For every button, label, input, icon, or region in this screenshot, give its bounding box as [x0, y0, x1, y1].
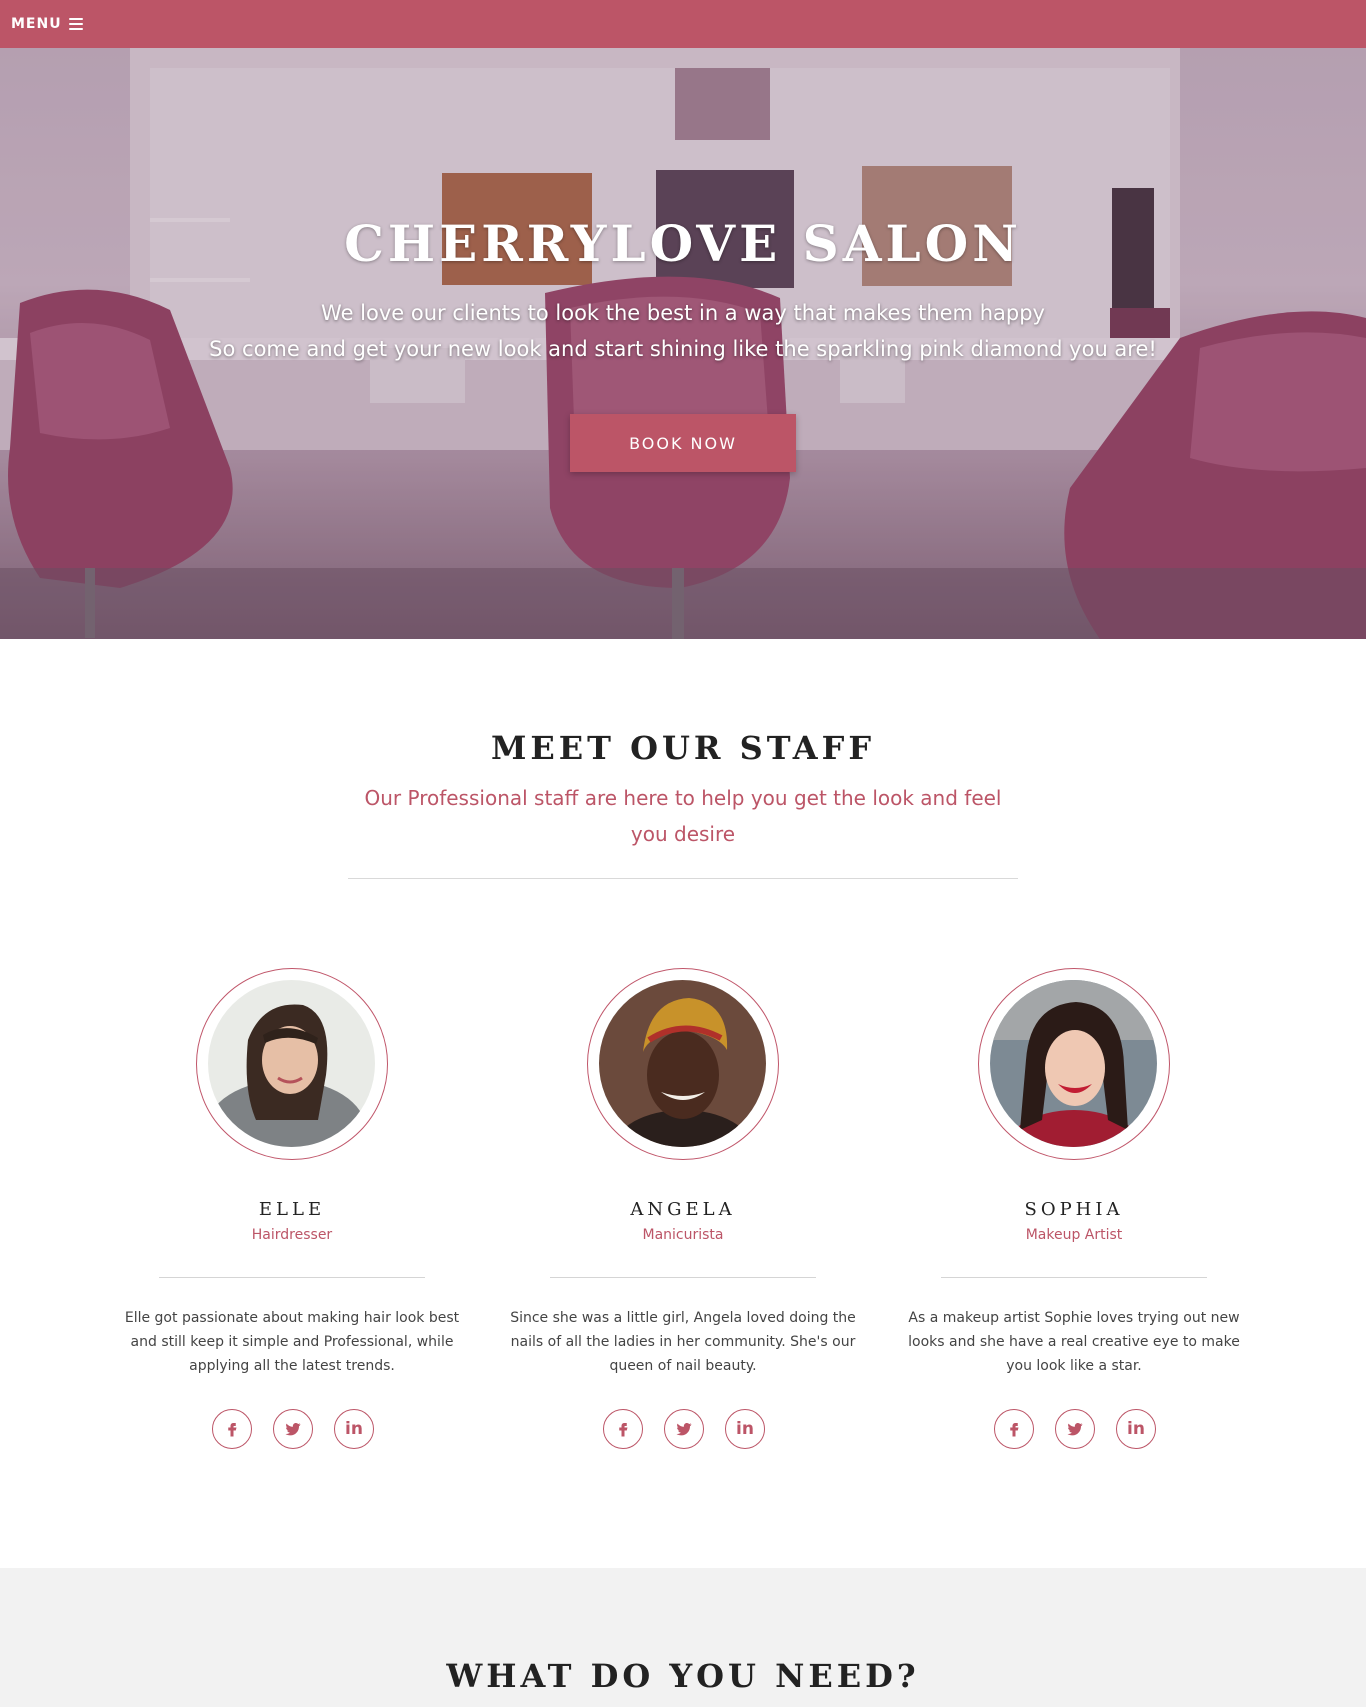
hero-section: CHERRYLOVE SALON We love our clients to … — [0, 48, 1366, 639]
staff-card-divider — [941, 1277, 1207, 1278]
staff-name: ELLE — [258, 1199, 326, 1220]
twitter-icon[interactable] — [273, 1409, 313, 1449]
hamburger-icon — [68, 18, 83, 30]
staff-bio: Since she was a little girl, Angela love… — [510, 1310, 856, 1374]
linkedin-icon[interactable]: in — [1116, 1409, 1156, 1449]
twitter-icon[interactable] — [664, 1409, 704, 1449]
staff-role: Manicurista — [642, 1227, 724, 1243]
linkedin-icon[interactable]: in — [725, 1409, 765, 1449]
staff-name: ANGELA — [630, 1199, 736, 1220]
avatar-ring — [587, 968, 779, 1160]
twitter-icon[interactable] — [1055, 1409, 1095, 1449]
linkedin-icon[interactable]: in — [334, 1409, 374, 1449]
staff-card-divider — [550, 1277, 816, 1278]
hero-title: CHERRYLOVE SALON — [344, 214, 1022, 273]
avatar-ring — [196, 968, 388, 1160]
facebook-icon[interactable] — [994, 1409, 1034, 1449]
services-section-title: WHAT DO YOU NEED? — [446, 1657, 920, 1695]
staff-role: Makeup Artist — [1025, 1227, 1123, 1243]
staff-name: SOPHIA — [1024, 1199, 1124, 1220]
avatar-elle — [208, 980, 375, 1147]
staff-card-divider — [159, 1277, 425, 1278]
avatar-sophia — [990, 980, 1157, 1147]
staff-role: Hairdresser — [251, 1227, 333, 1243]
staff-bio: As a makeup artist Sophie loves trying o… — [908, 1310, 1240, 1374]
avatar-ring — [978, 968, 1170, 1160]
staff-section-divider — [348, 878, 1018, 879]
social-links: in — [603, 1409, 765, 1449]
facebook-icon[interactable] — [212, 1409, 252, 1449]
services-section: WHAT DO YOU NEED? — [0, 1568, 1366, 1707]
facebook-icon[interactable] — [603, 1409, 643, 1449]
menu-button[interactable]: MENU — [11, 16, 83, 32]
staff-section-subtitle: Our Professional staff are here to help … — [364, 786, 1002, 846]
social-links: in — [994, 1409, 1156, 1449]
book-now-button[interactable]: BOOK NOW — [570, 414, 796, 472]
hero-tagline-1: We love our clients to look the best in … — [321, 301, 1045, 325]
staff-section-title: MEET OUR STAFF — [490, 729, 876, 767]
avatar-angela — [599, 980, 766, 1147]
menu-label: MENU — [11, 16, 62, 32]
top-nav-bar: MENU — [0, 0, 1366, 48]
social-links: in — [212, 1409, 374, 1449]
staff-bio: Elle got passionate about making hair lo… — [124, 1310, 460, 1374]
hero-tagline-2: So come and get your new look and start … — [209, 337, 1157, 361]
